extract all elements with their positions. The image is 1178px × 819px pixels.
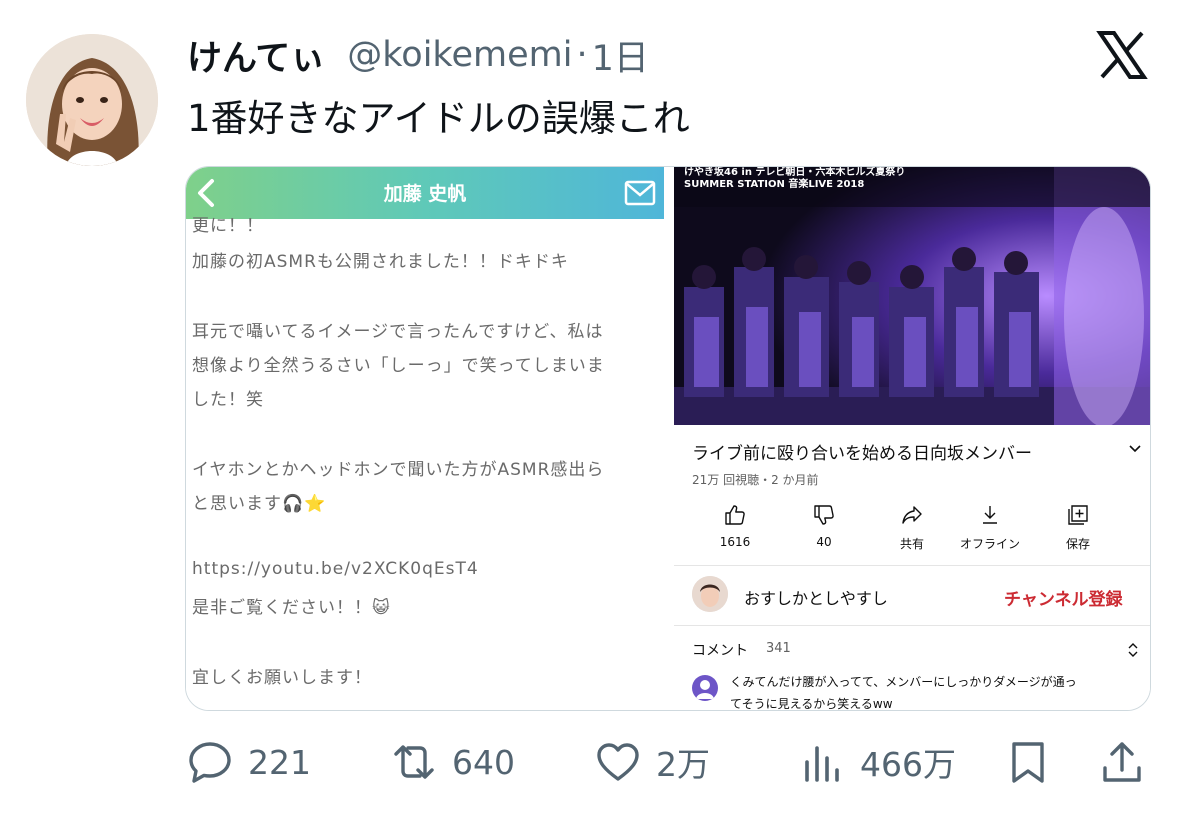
- divider: [674, 565, 1150, 566]
- display-name[interactable]: けんてぃ: [187, 30, 325, 81]
- youtube-screenshot: けやき坂46 in テレビ朝日・六本木ヒルズ夏祭り SUMMER STATION…: [674, 167, 1150, 711]
- like-count: 2万: [656, 745, 710, 784]
- blog-line: と思います🎧⭐: [192, 494, 327, 514]
- comments-count: 341: [766, 641, 791, 656]
- reply-icon: [189, 742, 231, 783]
- concert-stage-image: [674, 167, 1150, 425]
- views-button[interactable]: 466万: [798, 736, 956, 788]
- chevron-down-icon: [1129, 445, 1141, 453]
- blog-line: 想像より全然うるさい「しーっ」で笑ってしまいま: [192, 356, 605, 376]
- bookmark-icon: [1012, 742, 1044, 783]
- video-title: ライブ前に殴り合いを始める日向坂メンバー: [692, 444, 1032, 464]
- user-placeholder-icon: [696, 680, 714, 699]
- x-logo-icon[interactable]: [1096, 30, 1148, 80]
- blog-line: 耳元で囁いてるイメージで言ったんですけど、私は: [192, 322, 604, 342]
- tweet: けんてぃ @koikememi · 1日 1番好きなアイドルの誤爆これ 加藤 史…: [0, 0, 1178, 819]
- bookmark-button[interactable]: [1004, 736, 1052, 788]
- dislike-action: 40: [789, 503, 859, 549]
- share-label: 共有: [899, 537, 924, 551]
- view-count: 466万: [860, 745, 956, 784]
- video-caption: SUMMER STATION 音楽LIVE 2018: [684, 179, 865, 190]
- avatar[interactable]: [26, 34, 158, 166]
- like-action: 1616: [700, 503, 770, 549]
- save-label: 保存: [1065, 537, 1090, 551]
- share-icon: [902, 506, 922, 524]
- reply-count: 221: [248, 742, 311, 782]
- like-count: 1616: [719, 535, 751, 549]
- channel-name: おすしかとしやすし: [744, 589, 888, 608]
- reply-button[interactable]: 221: [186, 736, 311, 788]
- offline-label: オフライン: [959, 537, 1020, 551]
- commenter-avatar: [692, 675, 718, 701]
- thumbs-down-icon: [814, 505, 834, 525]
- mail-icon: [624, 180, 656, 206]
- share-button[interactable]: [1098, 736, 1146, 788]
- divider: [674, 625, 1150, 626]
- analytics-icon: [805, 746, 839, 782]
- tweet-header: けんてぃ @koikememi · 1日: [187, 30, 649, 80]
- blog-link: https://youtu.be/v2XCK0qEsT4: [192, 559, 479, 579]
- blog-line: 是非ご覧ください！！😺: [192, 598, 391, 618]
- like-button[interactable]: 2万: [594, 736, 710, 788]
- video-meta: 21万 回視聴・2 か月前: [692, 473, 819, 487]
- save-playlist-icon: [1068, 505, 1088, 525]
- retweet-icon: [394, 745, 434, 779]
- dislike-count: 40: [816, 535, 832, 549]
- blog-line: 宜しくお願いします！: [192, 668, 372, 688]
- channel-avatar: [692, 576, 728, 612]
- heart-icon: [597, 743, 639, 781]
- tweet-text: 1番好きなアイドルの誤爆これ: [187, 97, 690, 140]
- blog-line: した！笑: [192, 390, 264, 410]
- profile-photo-icon: [26, 34, 158, 166]
- thumbs-up-icon: [725, 505, 745, 525]
- download-icon: [983, 506, 997, 524]
- tweet-media[interactable]: 加藤 史帆 更に！！ 加藤の初ASMRも公開されました！！ドキドキ 耳元で囁いて…: [185, 166, 1151, 711]
- blog-line: 更に！！: [192, 216, 264, 236]
- comment-text: てそうに見えるから笑えるww: [730, 697, 893, 711]
- blog-line: イヤホンとかヘッドホンで聞いた方がASMR感出ら: [192, 460, 605, 480]
- blog-line: 加藤の初ASMRも公開されました！！ドキドキ: [192, 252, 569, 272]
- video-frame: けやき坂46 in テレビ朝日・六本木ヒルズ夏祭り SUMMER STATION…: [674, 167, 1150, 425]
- blog-screenshot: 加藤 史帆 更に！！ 加藤の初ASMRも公開されました！！ドキドキ 耳元で囁いて…: [186, 167, 664, 710]
- separator-dot: ·: [576, 35, 588, 75]
- save-action: 保存: [1043, 503, 1113, 552]
- channel-avatar-icon: [692, 576, 728, 612]
- share-upload-icon: [1103, 742, 1141, 782]
- offline-action: オフライン: [950, 503, 1030, 552]
- timestamp[interactable]: 1日: [592, 30, 649, 81]
- expand-collapse-icon: [1128, 643, 1138, 657]
- retweet-button[interactable]: 640: [390, 736, 515, 788]
- comments-label: コメント: [692, 643, 748, 659]
- retweet-count: 640: [452, 742, 515, 782]
- share-action: 共有: [877, 503, 947, 552]
- blog-title: 加藤 史帆: [383, 183, 467, 205]
- comment-text: くみてんだけ腰が入ってて、メンバーにしっかりダメージが通っ: [730, 675, 1077, 689]
- handle[interactable]: @koikememi: [347, 35, 572, 75]
- subscribe-button: チャンネル登録: [1004, 590, 1123, 610]
